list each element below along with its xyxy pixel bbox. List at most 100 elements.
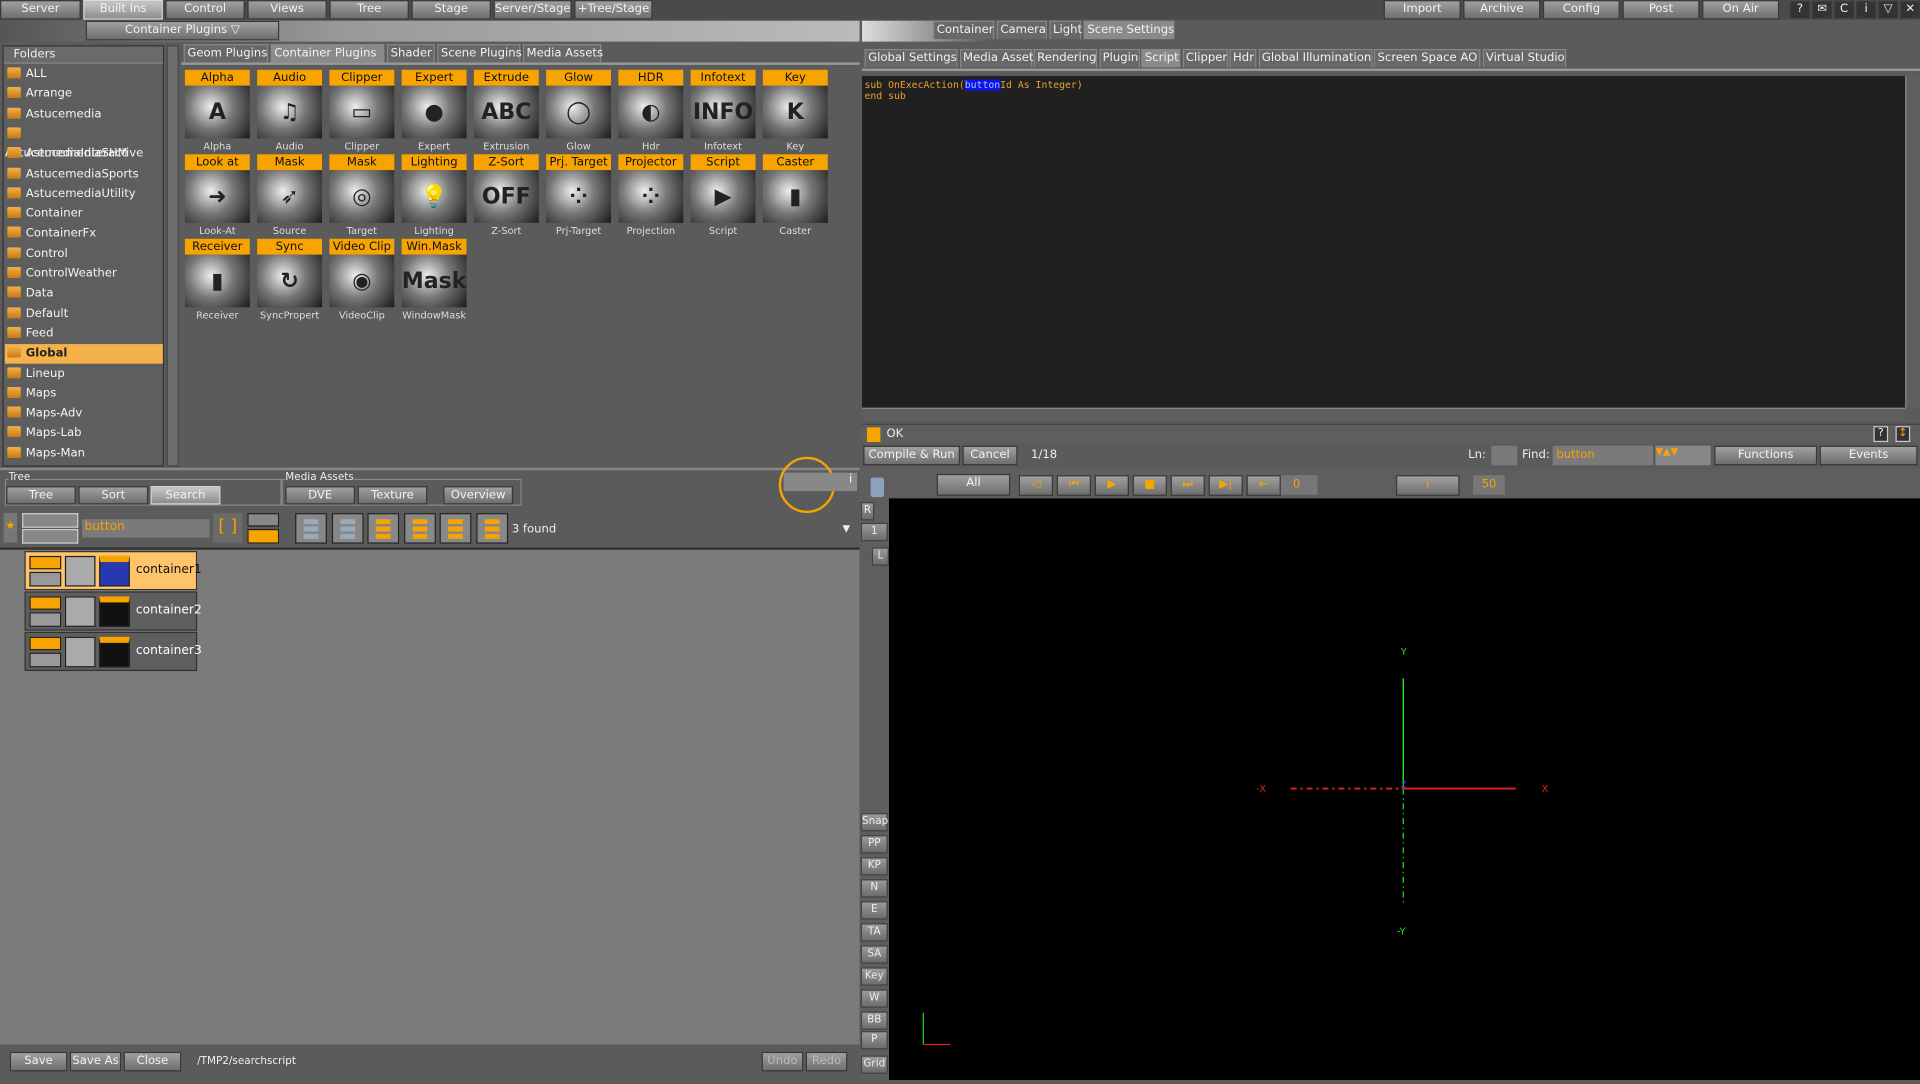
tab-scene-plugins[interactable]: Scene Plugins [437, 44, 522, 63]
sort-button[interactable]: Sort [78, 486, 149, 505]
transport-play-icon[interactable]: ▶ [1094, 475, 1129, 496]
menu-post[interactable]: Post [1622, 0, 1700, 20]
folder-item[interactable]: Control [5, 245, 163, 265]
side-ta-button[interactable]: TA [860, 923, 888, 942]
find-input[interactable]: button [1552, 445, 1654, 466]
plugin-look-at[interactable]: Look at ➜ Look-At [184, 154, 250, 236]
side-kp-button[interactable]: KP [860, 857, 888, 876]
close-button[interactable]: Close [123, 1051, 182, 1072]
plugin-projection[interactable]: Projector ⁘ Projection [618, 154, 684, 236]
side-key-button[interactable]: Key [860, 967, 888, 986]
save-as-button[interactable]: Save As [69, 1051, 122, 1072]
folder-item[interactable]: Data [5, 284, 163, 304]
cancel-button[interactable]: Cancel [962, 445, 1018, 466]
folder-item[interactable]: Maps-Man [5, 444, 163, 464]
mail-icon[interactable]: ✉ [1812, 1, 1832, 19]
menu-control[interactable]: Control [165, 0, 245, 20]
tree-view-icon[interactable] [22, 513, 79, 528]
tab-container[interactable]: Container [933, 20, 995, 40]
plugin-z-sort[interactable]: Z-Sort OFF Z-Sort [473, 154, 539, 236]
plugin-receiver[interactable]: Receiver ▮ Receiver [184, 238, 250, 321]
folder-item[interactable]: AstucemediaSports [5, 165, 163, 185]
side-bb-button[interactable]: BB [860, 1011, 888, 1030]
filter-hierarchy-icon[interactable] [403, 513, 436, 544]
script-plugin-icon[interactable] [99, 596, 130, 627]
tab-container-plugins[interactable]: Container Plugins [270, 44, 385, 63]
folder-item[interactable]: ALL [5, 65, 163, 85]
tab-media-assets[interactable]: Media Assets [522, 44, 603, 63]
menu-on-air[interactable]: On Air [1702, 0, 1780, 20]
plugin-caster[interactable]: Caster ▮ Caster [762, 154, 828, 236]
script-plugin-icon[interactable] [99, 555, 130, 587]
plugin-category-dropdown[interactable]: Container Plugins ▽ [85, 20, 280, 41]
help-icon[interactable]: ? [1790, 1, 1810, 19]
result-row[interactable]: container3 [24, 631, 202, 672]
menu-config[interactable]: Config [1542, 0, 1621, 20]
find-options-icon[interactable]: ▼▲▼ [1655, 445, 1711, 466]
folder-item[interactable]: Global [4, 344, 163, 364]
folder-item[interactable]: AstucemediaUtility [5, 185, 163, 205]
dve-button[interactable]: DVE [285, 486, 356, 505]
folder-item[interactable]: Feed [5, 324, 163, 344]
view-1-button[interactable]: 1 [860, 522, 888, 542]
filter-hierarchy-icon[interactable] [439, 513, 472, 544]
keyframe-marker-icon[interactable]: i [1395, 475, 1460, 496]
folder-item[interactable]: Arrange [5, 85, 163, 105]
overview-button[interactable]: Overview [443, 486, 514, 505]
folder-item[interactable]: AstucemediaInteractive [5, 125, 163, 160]
folder-item[interactable]: Maps [5, 384, 163, 404]
plugin-audio[interactable]: Audio ♫ Audio [257, 69, 323, 152]
resize-icon[interactable]: ↕ [1895, 426, 1911, 443]
value-input[interactable]: 50 [1473, 475, 1505, 495]
plugin-prj-target[interactable]: Prj. Target ⁘ Prj-Target [546, 154, 612, 236]
lock-icon[interactable] [29, 612, 62, 627]
side-sa-button[interactable]: SA [860, 945, 888, 964]
search-input[interactable]: button [82, 519, 210, 538]
tab-camera[interactable]: Camera [996, 20, 1047, 40]
plugin-extrusion[interactable]: Extrude ABC Extrusion [473, 69, 539, 152]
lock-icon[interactable] [29, 652, 62, 668]
tab-global-settings[interactable]: Global Settings [864, 48, 958, 68]
visibility-icon[interactable] [29, 636, 62, 651]
transport-stop-icon[interactable]: ■ [1132, 475, 1167, 496]
help-icon[interactable]: ? [1873, 426, 1889, 443]
filter-hierarchy-icon[interactable] [367, 513, 400, 544]
result-row[interactable]: container1 [24, 551, 202, 591]
r-button[interactable]: R [860, 502, 875, 521]
visibility-icon[interactable] [29, 596, 62, 610]
folder-item[interactable]: Maps-Adv [5, 404, 163, 424]
minimize-icon[interactable]: ▽ [1878, 1, 1898, 19]
tab-scene-settings[interactable]: Scene Settings [1083, 20, 1175, 40]
tab-hdr[interactable]: Hdr [1229, 48, 1257, 68]
folder-item[interactable]: Maps-Lab [5, 424, 163, 444]
search-button[interactable]: Search [150, 486, 221, 505]
undo-button[interactable]: Undo [761, 1051, 804, 1072]
menu-stage[interactable]: Stage [411, 0, 492, 20]
side-snap-button[interactable]: Snap [860, 813, 888, 832]
plugin-key[interactable]: Key K Key [762, 69, 828, 152]
compile-run-button[interactable]: Compile & Run [863, 445, 961, 466]
folder-item[interactable]: AstucemediaSHM [5, 145, 163, 165]
tab-script[interactable]: Script [1141, 48, 1181, 68]
menu-views[interactable]: Views [247, 0, 327, 20]
bracket-icon[interactable]: [ ] [213, 513, 243, 543]
side-pp-button[interactable]: PP [860, 835, 888, 854]
menu-import[interactable]: Import [1383, 0, 1461, 20]
filter-hierarchy-icon[interactable] [295, 513, 327, 544]
transport-next-icon[interactable]: ⏭ [1170, 475, 1205, 496]
list-view-icon[interactable] [22, 528, 79, 544]
redo-button[interactable]: Redo [805, 1051, 848, 1072]
view-mode-icons[interactable]: i [783, 472, 858, 492]
plugin-infotext[interactable]: Infotext INFO Infotext [690, 69, 756, 152]
folder-item[interactable]: Astucemedia [5, 105, 163, 125]
tab-plugin[interactable]: Plugin [1098, 48, 1140, 68]
events-button[interactable]: Events [1819, 445, 1918, 466]
transport-first-icon[interactable]: ⏮ [1056, 475, 1092, 496]
tab-virtual-studio[interactable]: Virtual Studio [1482, 48, 1566, 68]
plugin-videoclip[interactable]: Video Clip ◉ VideoClip [329, 238, 395, 321]
menu-tree[interactable]: Tree [329, 0, 409, 20]
plugin-alpha[interactable]: Alpha A Alpha [184, 69, 250, 152]
tab-rendering[interactable]: Rendering [1033, 48, 1098, 68]
tab-clipper[interactable]: Clipper [1182, 48, 1228, 68]
filter-hierarchy-icon[interactable] [475, 513, 508, 544]
